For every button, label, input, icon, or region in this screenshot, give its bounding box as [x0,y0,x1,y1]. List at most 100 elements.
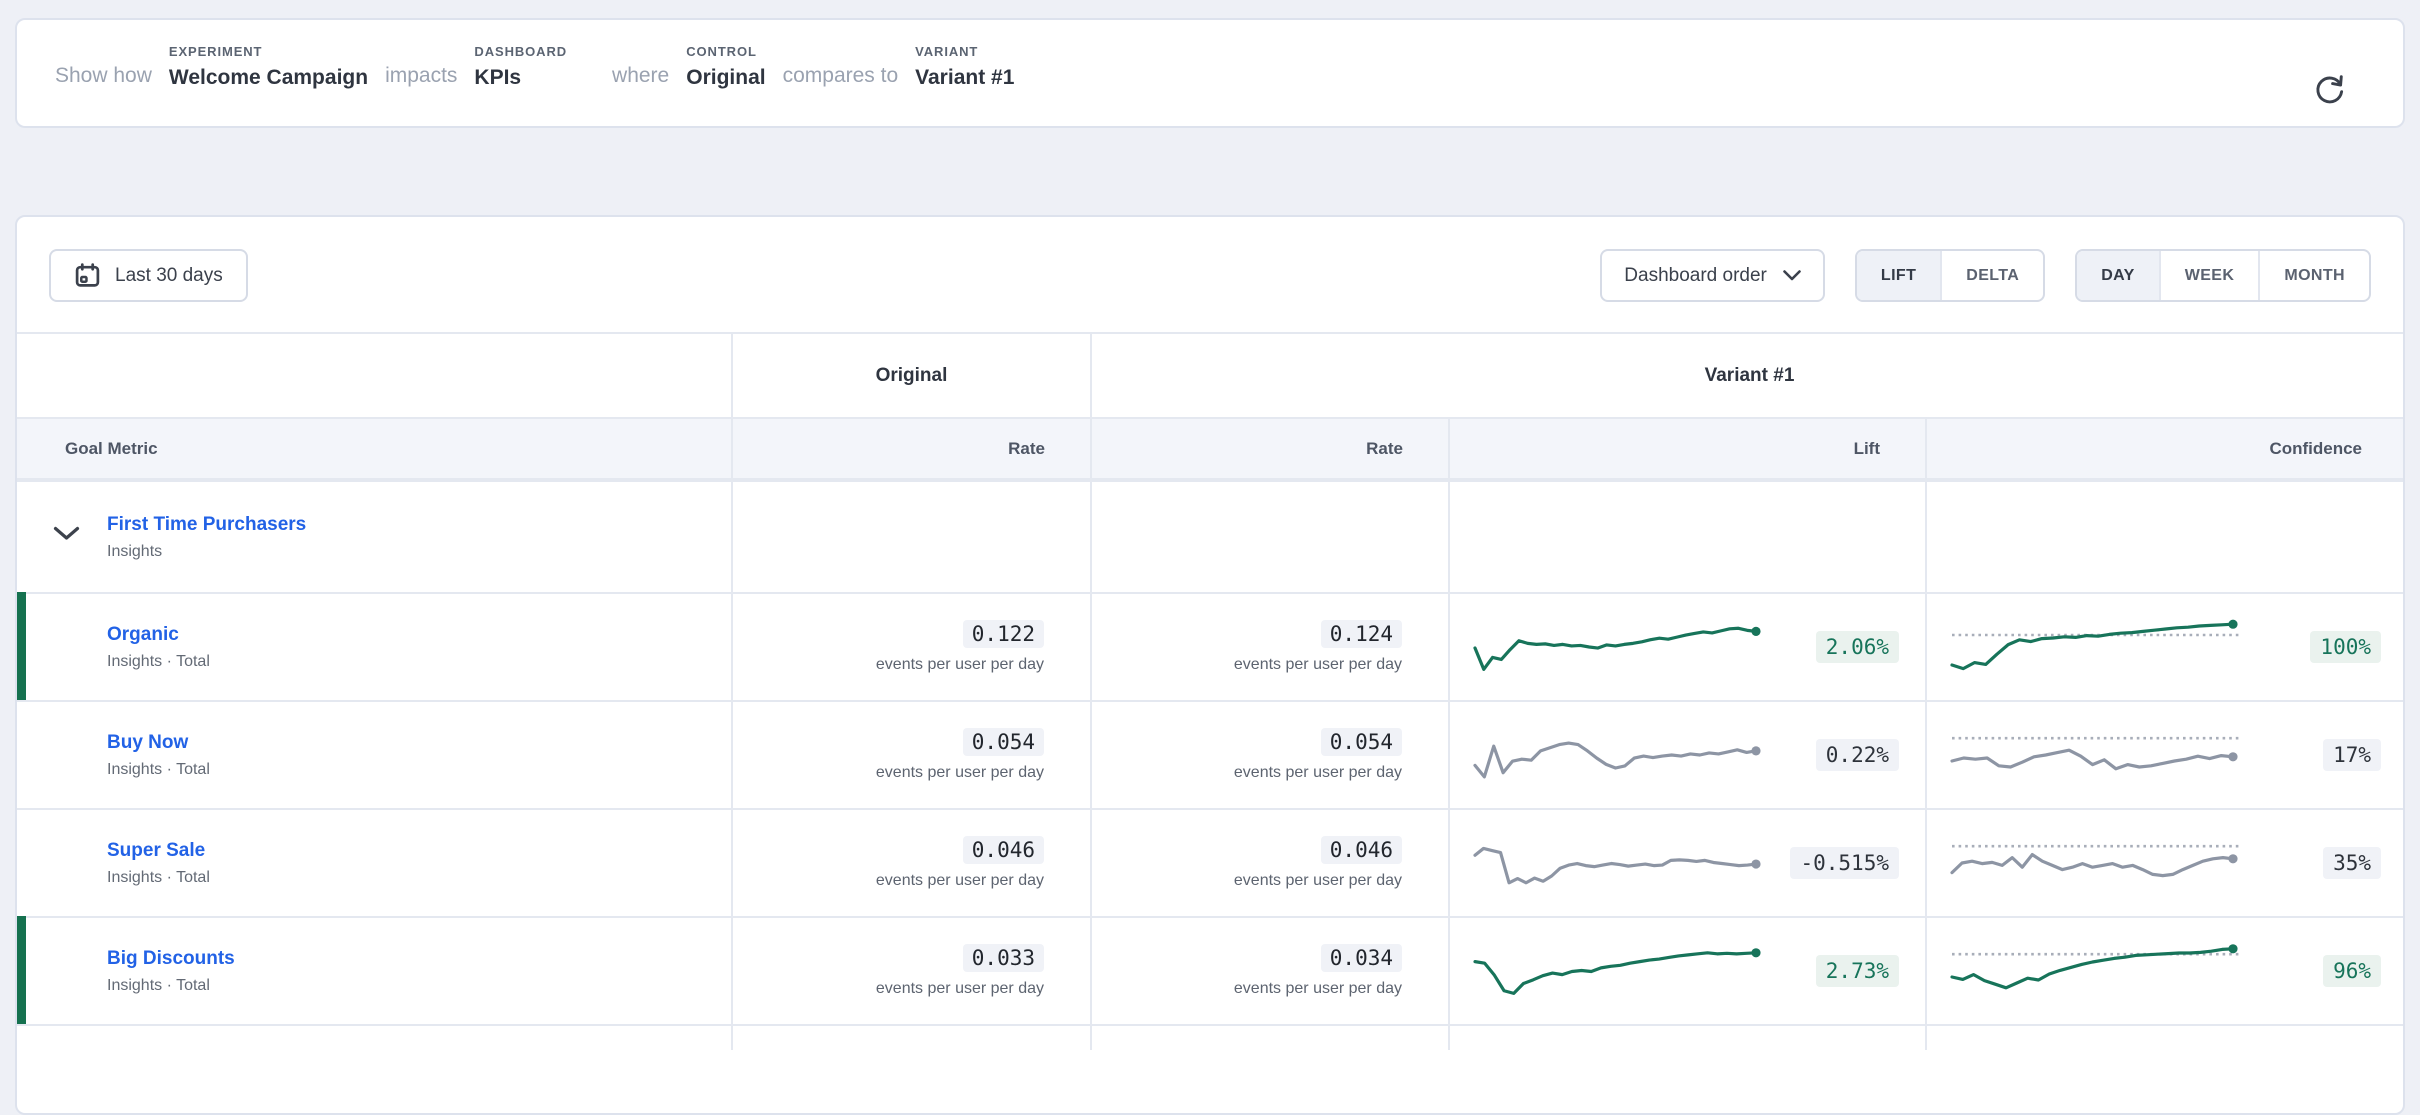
dashboard-order-dropdown[interactable]: Dashboard order [1600,249,1825,302]
metric-row: Organic Insights · Total 0.122 events pe… [17,592,2405,700]
col-lift: Lift [1448,417,1925,480]
lift-delta-toggle: LIFTDELTA [1855,249,2045,302]
metric-link[interactable]: Buy Now [107,732,210,754]
rate-unit: events per user per day [1234,980,1402,998]
variant-selector[interactable]: VARIANT Variant #1 [915,44,1014,90]
variant-label: VARIANT [915,44,1014,59]
variant-rate-cell: 0.124 events per user per day [1090,592,1448,700]
group-header-variant: Variant #1 [1090,332,2405,417]
empty-cell [1448,480,1925,592]
toggle-option-lift[interactable]: LIFT [1857,251,1940,300]
goal-metric-subtitle: Insights [107,543,306,561]
metric-subtitle: Insights · Total [107,977,235,995]
experiment-sentence: Show how EXPERIMENT Welcome Campaign imp… [55,44,1014,90]
rate-unit: events per user per day [876,980,1044,998]
collapse-group-button[interactable] [53,526,80,544]
dashboard-order-label: Dashboard order [1624,265,1767,287]
metric-link[interactable]: Organic [107,624,210,646]
confidence-value: 96% [2323,955,2381,987]
row-accent-bar [17,916,26,1026]
rate-unit: events per user per day [1234,872,1402,890]
day-week-month-toggle: DAYWEEKMONTH [2075,249,2371,302]
metric-subtitle: Insights · Total [107,761,210,779]
original-rate-cell: 0.046 events per user per day [731,808,1090,916]
dashboard-value[interactable]: KPIs [474,66,567,90]
group-header-original: Original [731,332,1090,417]
original-rate-cell: 0.033 events per user per day [731,916,1090,1024]
lift-value: -0.515% [1790,847,1899,879]
lift-sparkline [1472,614,1764,680]
variant-rate-cell: 0.046 events per user per day [1090,808,1448,916]
experiment-label: EXPERIMENT [169,44,368,59]
goal-metric-link[interactable]: First Time Purchasers [107,514,306,536]
metric-row: Super Sale Insights · Total 0.046 events… [17,808,2405,916]
variant-value[interactable]: Variant #1 [915,66,1014,90]
lift-sparkline [1472,938,1764,1004]
toggle-option-delta[interactable]: DELTA [1940,251,2043,300]
confidence-cell: 17% [1925,700,2405,808]
group-header-empty [17,332,731,417]
original-rate-value: 0.046 [963,836,1044,864]
empty-cell [731,480,1090,592]
lift-value: 2.73% [1816,955,1899,987]
calendar-icon [74,262,101,289]
confidence-cell: 35% [1925,808,2405,916]
chevron-down-icon [53,526,80,541]
confidence-sparkline [1949,718,2241,792]
rate-unit: events per user per day [1234,764,1402,782]
metric-row: Big Discounts Insights · Total 0.033 eve… [17,916,2405,1024]
lift-value: 0.22% [1816,739,1899,771]
variant-rate-cell: 0.054 events per user per day [1090,700,1448,808]
control-label: CONTROL [686,44,765,59]
experiment-report-screen: Show how EXPERIMENT Welcome Campaign imp… [0,0,2420,1050]
empty-cell [1925,480,2405,592]
refresh-icon [2311,72,2347,108]
variant-rate-cell: 0.034 events per user per day [1090,916,1448,1024]
lift-cell: 2.06% [1448,592,1925,700]
experiment-value[interactable]: Welcome Campaign [169,66,368,90]
metrics-table: Original Variant #1 Goal Metric Rate Rat… [17,332,2405,1050]
confidence-sparkline [1949,934,2241,1008]
toggle-option-day[interactable]: DAY [2077,251,2159,300]
rate-unit: events per user per day [876,764,1044,782]
refresh-button[interactable] [2311,72,2347,108]
connector-text: compares to [783,64,899,90]
col-goal-metric: Goal Metric [17,417,731,480]
lift-cell: 2.73% [1448,916,1925,1024]
table-group-header-row: Original Variant #1 [17,332,2405,417]
control-value[interactable]: Original [686,66,765,90]
confidence-value: 35% [2323,847,2381,879]
confidence-value: 17% [2323,739,2381,771]
row-accent-bar [17,592,26,702]
lift-sparkline [1472,722,1764,788]
col-variant-rate: Rate [1090,417,1448,480]
col-confidence: Confidence [1925,417,2405,480]
connector-text: Show how [55,64,152,90]
rate-unit: events per user per day [1234,656,1402,674]
connector-text: where [612,64,669,90]
variant-rate-value: 0.046 [1321,836,1402,864]
toolbar-right-controls: Dashboard order LIFTDELTA DAYWEEKMONTH [1600,249,2371,302]
metric-row: Buy Now Insights · Total 0.054 events pe… [17,700,2405,808]
lift-value: 2.06% [1816,631,1899,663]
dashboard-selector[interactable]: DASHBOARD KPIs [474,44,567,90]
original-rate-value: 0.122 [963,620,1044,648]
dashboard-label: DASHBOARD [474,44,567,59]
toggle-option-week[interactable]: WEEK [2159,251,2259,300]
lift-sparkline [1472,830,1764,896]
metric-link[interactable]: Super Sale [107,840,210,862]
confidence-value: 100% [2310,631,2381,663]
goal-group-row: First Time Purchasers Insights [17,480,2405,592]
date-range-button[interactable]: Last 30 days [49,249,248,302]
confidence-cell: 96% [1925,916,2405,1024]
partial-row [17,1024,2405,1050]
metric-link[interactable]: Big Discounts [107,948,235,970]
metric-subtitle: Insights · Total [107,653,210,671]
report-card: Last 30 days Dashboard order LIFTDELTA D… [15,215,2405,1115]
chevron-down-icon [1783,270,1801,281]
toggle-option-month[interactable]: MONTH [2258,251,2369,300]
confidence-sparkline [1949,826,2241,900]
control-selector[interactable]: CONTROL Original [686,44,765,90]
original-rate-cell: 0.122 events per user per day [731,592,1090,700]
experiment-selector[interactable]: EXPERIMENT Welcome Campaign [169,44,368,90]
